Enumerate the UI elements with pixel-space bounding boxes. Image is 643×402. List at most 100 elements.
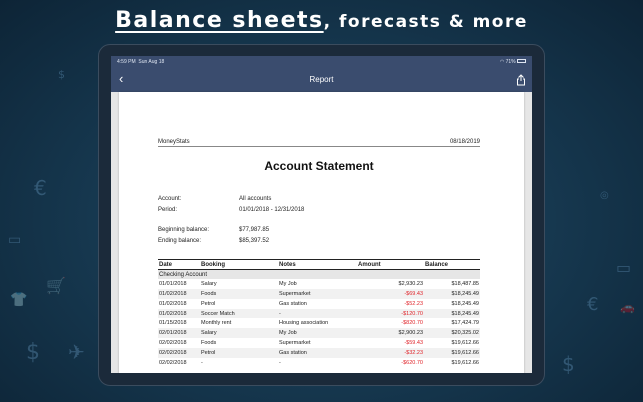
group-label: Checking Account bbox=[158, 269, 480, 280]
cell-booking: Salary bbox=[200, 328, 278, 339]
cell-balance: $18,487.85 bbox=[451, 281, 479, 288]
cell-balance: $18,245.49 bbox=[424, 289, 480, 299]
report-title: Account Statement bbox=[264, 159, 374, 173]
group-row: Checking Account bbox=[158, 269, 480, 280]
shirt-icon: 👕 bbox=[10, 292, 28, 308]
cell-notes: Supermarket bbox=[279, 339, 311, 346]
cell-balance: $18,245.49 bbox=[424, 308, 480, 319]
table-row: 02/01/2018 Salary My Job $2,900.23 $20,325.0… bbox=[158, 328, 480, 339]
dollar-icon: $ bbox=[58, 68, 65, 81]
headline-rest: , forecasts & more bbox=[323, 12, 528, 32]
cell-balance: $19,612.66 bbox=[451, 339, 479, 346]
banknote-icon: ▭ bbox=[8, 232, 22, 248]
cell-date: 01/02/2018 bbox=[158, 308, 200, 319]
cell-amount: -$52.23 bbox=[404, 300, 423, 307]
cart-icon: 🛒 bbox=[46, 276, 66, 295]
tablet-screen: 4:59 PM Sun Aug 18 ◠ 71% ‹ Report MoneyS… bbox=[111, 56, 532, 373]
status-date: Sun Aug 18 bbox=[138, 58, 165, 65]
cell-date: 01/15/2018 bbox=[159, 320, 187, 327]
cell-notes: Gas station bbox=[278, 347, 348, 358]
period-label: Period: bbox=[158, 207, 178, 213]
share-icon bbox=[517, 74, 525, 86]
headline: Balance sheets, forecasts & more bbox=[0, 8, 643, 33]
cell-notes: My Job bbox=[279, 281, 297, 288]
cell-date: 01/01/2018 bbox=[159, 281, 187, 288]
dollar-icon: $ bbox=[26, 340, 40, 365]
banknote-icon: ▭ bbox=[616, 258, 632, 277]
cell-notes: - bbox=[279, 359, 281, 366]
cell-notes: Gas station bbox=[279, 300, 307, 307]
cell-booking: Monthly rent bbox=[201, 320, 232, 327]
car-icon: 🚗 bbox=[620, 300, 635, 314]
column-header-amount: Amount bbox=[348, 259, 424, 270]
cell-balance: $19,612.66 bbox=[451, 359, 479, 366]
chevron-left-icon: ‹ bbox=[119, 71, 124, 86]
transactions-table: Date Booking Notes Amount Balance Checki… bbox=[158, 259, 480, 367]
status-time: 4:59 PM bbox=[117, 58, 136, 65]
cell-balance: $17,424.79 bbox=[451, 320, 479, 327]
back-button[interactable]: ‹ bbox=[119, 71, 123, 86]
cell-booking: Foods bbox=[201, 339, 217, 346]
table-header: Date Booking Notes Amount Balance bbox=[158, 259, 480, 270]
column-header-date: Date bbox=[158, 259, 200, 270]
cell-amount: -$69.43 bbox=[348, 289, 424, 299]
table-row: 01/01/2018 Salary My Job $2,930.23 $18,487.8… bbox=[158, 279, 480, 289]
cell-balance: $18,245.49 bbox=[451, 300, 479, 307]
nav-bar: ‹ Report bbox=[111, 67, 532, 92]
status-bar: 4:59 PM Sun Aug 18 ◠ 71% bbox=[111, 56, 532, 67]
column-header-balance: Balance bbox=[424, 259, 480, 270]
cell-notes: Supermarket bbox=[278, 289, 348, 299]
cell-amount: -$59.43 bbox=[404, 339, 423, 346]
column-header-notes: Notes bbox=[278, 259, 348, 270]
battery-icon bbox=[517, 59, 526, 64]
cell-booking: Petrol bbox=[201, 300, 216, 307]
cell-booking: - bbox=[201, 359, 203, 366]
beginning-balance-label: Beginning balance: bbox=[158, 227, 210, 233]
ending-balance-label: Ending balance: bbox=[158, 238, 202, 244]
ending-balance-value: $85,397.52 bbox=[239, 238, 270, 244]
cell-amount: $2,900.23 bbox=[348, 328, 424, 339]
table-row: 02/02/2018 - - -$620.70 $19,612.66 bbox=[158, 358, 480, 368]
status-left: 4:59 PM Sun Aug 18 bbox=[117, 59, 164, 65]
cell-date: 01/02/2018 bbox=[159, 300, 187, 307]
cell-balance: $19,612.66 bbox=[424, 347, 480, 358]
nav-title: Report bbox=[309, 75, 334, 84]
cell-amount: $2,930.23 bbox=[398, 281, 423, 288]
account-value: All accounts bbox=[239, 196, 272, 202]
dollar-icon: $ bbox=[562, 352, 575, 376]
column-header-booking: Booking bbox=[200, 259, 278, 270]
status-right: ◠ 71% bbox=[500, 59, 526, 65]
wifi-icon: ◠ bbox=[499, 58, 505, 65]
cell-booking: Salary bbox=[201, 281, 217, 288]
period-value: 01/01/2018 - 12/31/2018 bbox=[239, 207, 305, 213]
cell-date: 01/02/2018 bbox=[158, 289, 200, 299]
table-row: 02/02/2018 Foods Supermarket -$59.43 $19,612… bbox=[158, 338, 480, 348]
status-battery: 71% bbox=[505, 58, 516, 65]
cell-notes: - bbox=[278, 308, 348, 319]
cell-amount: -$32.23 bbox=[348, 347, 424, 358]
coins-icon: ◎ bbox=[600, 190, 609, 201]
cell-booking: Petrol bbox=[200, 347, 278, 358]
table-row: 02/02/2018 Petrol Gas station -$32.23 $19,61… bbox=[158, 347, 480, 358]
cell-balance: $20,325.02 bbox=[424, 328, 480, 339]
report-app-name: MoneyStats bbox=[158, 139, 190, 145]
headline-main: Balance sheets bbox=[115, 8, 324, 33]
cell-notes: Housing association bbox=[279, 320, 329, 327]
cell-date: 02/02/2018 bbox=[159, 359, 187, 366]
cell-amount: -$820.70 bbox=[401, 320, 423, 327]
cell-notes: My Job bbox=[278, 328, 348, 339]
share-button[interactable] bbox=[516, 73, 526, 86]
cell-booking: Soccer Match bbox=[200, 308, 278, 319]
report-page: MoneyStats 08/18/2019 Account Statement … bbox=[119, 92, 524, 373]
cell-amount: -$620.70 bbox=[401, 359, 423, 366]
beginning-balance-value: $77,987.85 bbox=[239, 227, 270, 233]
cell-booking: Foods bbox=[200, 289, 278, 299]
table-row: 01/15/2018 Monthly rent Housing associatio… bbox=[158, 318, 480, 328]
cell-amount: -$120.70 bbox=[348, 308, 424, 319]
cell-date: 02/02/2018 bbox=[159, 339, 187, 346]
euro-icon: € bbox=[587, 294, 599, 315]
table-row: 01/02/2018 Petrol Gas station -$52.23 $18,24… bbox=[158, 299, 480, 309]
cell-date: 02/02/2018 bbox=[158, 347, 200, 358]
report-header: MoneyStats 08/18/2019 bbox=[158, 139, 480, 147]
cell-date: 02/01/2018 bbox=[158, 328, 200, 339]
